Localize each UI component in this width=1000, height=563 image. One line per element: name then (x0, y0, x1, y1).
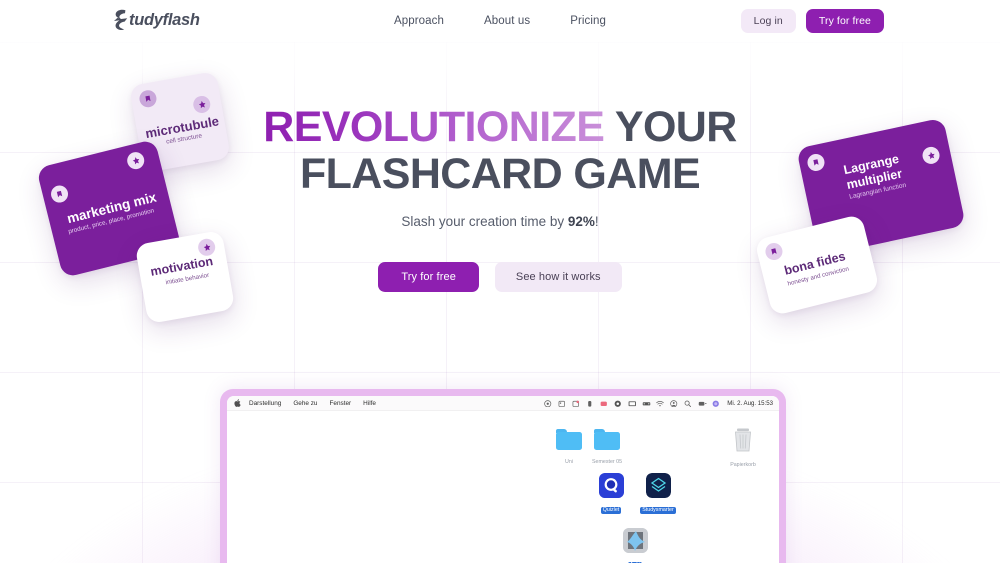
page-title-line2: FLASHCARD GAME (299, 150, 701, 198)
login-button[interactable]: Log in (740, 9, 796, 33)
page-title-highlight: REVOLUTIONIZE (263, 103, 605, 151)
bookmark-icon (138, 88, 158, 109)
display-icon[interactable] (628, 400, 637, 408)
menu-item-gehe-zu[interactable]: Gehe zu (293, 400, 317, 407)
studysmarter-icon (645, 473, 671, 498)
mac-screen: Darstellung Gehe zu Fenster Hilfe Mi. 2.… (227, 396, 779, 563)
mac-menu-items: Darstellung Gehe zu Fenster Hilfe (249, 400, 376, 407)
bookmark-icon (763, 241, 785, 262)
mac-desktop: Uni Semester 05 Quizlet Studysmarter Pap… (227, 411, 779, 563)
keyboard-icon[interactable] (642, 400, 651, 408)
header-try-for-free-button[interactable]: Try for free (805, 9, 884, 33)
menu-item-fenster[interactable]: Fenster (330, 400, 352, 407)
desktop-item-quizlet[interactable]: Quizlet (589, 473, 633, 516)
nav-item-approach[interactable]: Approach (394, 15, 444, 27)
apple-logo-icon[interactable] (234, 399, 241, 407)
mac-clock[interactable]: Mi. 2. Aug. 15:53 (727, 400, 773, 407)
desktop-item-label: Quizlet (600, 507, 622, 514)
menu-item-darstellung[interactable]: Darstellung (249, 400, 281, 407)
hero-subtitle-prefix: Slash your creation time by (401, 214, 568, 229)
nav-item-pricing[interactable]: Pricing (570, 15, 606, 27)
star-icon (191, 94, 212, 115)
desktop-item-studysmarter[interactable]: Studysmarter (636, 473, 680, 516)
desktop-item-label: Papierkorb (730, 462, 756, 468)
desktop-item-label: Semester 05 (591, 459, 623, 465)
battery-health-icon[interactable] (586, 400, 594, 408)
flashcard-motivation[interactable]: motivation initiate behavior (134, 229, 236, 325)
screenshot-icon[interactable] (544, 400, 552, 408)
shield-icon[interactable] (614, 400, 622, 408)
folder-icon (594, 429, 620, 450)
control-center-icon[interactable] (698, 400, 707, 408)
stats-icon[interactable] (572, 400, 580, 408)
hero-subtitle-strong: 92% (567, 214, 595, 229)
mac-menubar-tray: Mi. 2. Aug. 15:53 (544, 396, 773, 411)
bookmark-icon (49, 183, 70, 205)
search-icon[interactable] (684, 400, 692, 408)
desktop-item-trash[interactable]: Papierkorb (721, 427, 765, 471)
hero-subtitle-suffix: ! (594, 214, 599, 229)
siri-icon[interactable] (712, 400, 720, 408)
anki-icon (622, 528, 648, 553)
star-icon (125, 150, 147, 171)
recording-icon[interactable] (600, 400, 608, 408)
desktop-item-label: Studysmarter (640, 507, 676, 514)
bookmark-icon (805, 152, 827, 173)
quizlet-icon (598, 473, 624, 498)
desktop-item-label: Uni (565, 459, 573, 465)
menu-item-hilfe[interactable]: Hilfe (363, 400, 376, 407)
header-actions: Log in Try for free (740, 9, 884, 33)
wifi-icon[interactable] (656, 400, 665, 408)
calendar-icon[interactable] (558, 400, 566, 408)
mac-window-frame: Darstellung Gehe zu Fenster Hilfe Mi. 2.… (220, 389, 786, 563)
nav-item-about-us[interactable]: About us (484, 15, 530, 27)
desktop-item-anki[interactable]: Anki (613, 528, 657, 563)
folder-icon (556, 429, 582, 450)
page-title-rest: YOUR (604, 103, 737, 151)
trash-icon (731, 427, 755, 453)
user-icon[interactable] (670, 400, 678, 408)
mac-menubar: Darstellung Gehe zu Fenster Hilfe Mi. 2.… (227, 396, 779, 411)
desktop-item-folder-semester[interactable]: Semester 05 (585, 429, 629, 468)
hero-try-for-free-button[interactable]: Try for free (378, 262, 479, 292)
hero-see-how-it-works-button[interactable]: See how it works (494, 262, 622, 292)
site-header: tudyflash Approach About us Pricing Log … (0, 0, 1000, 42)
